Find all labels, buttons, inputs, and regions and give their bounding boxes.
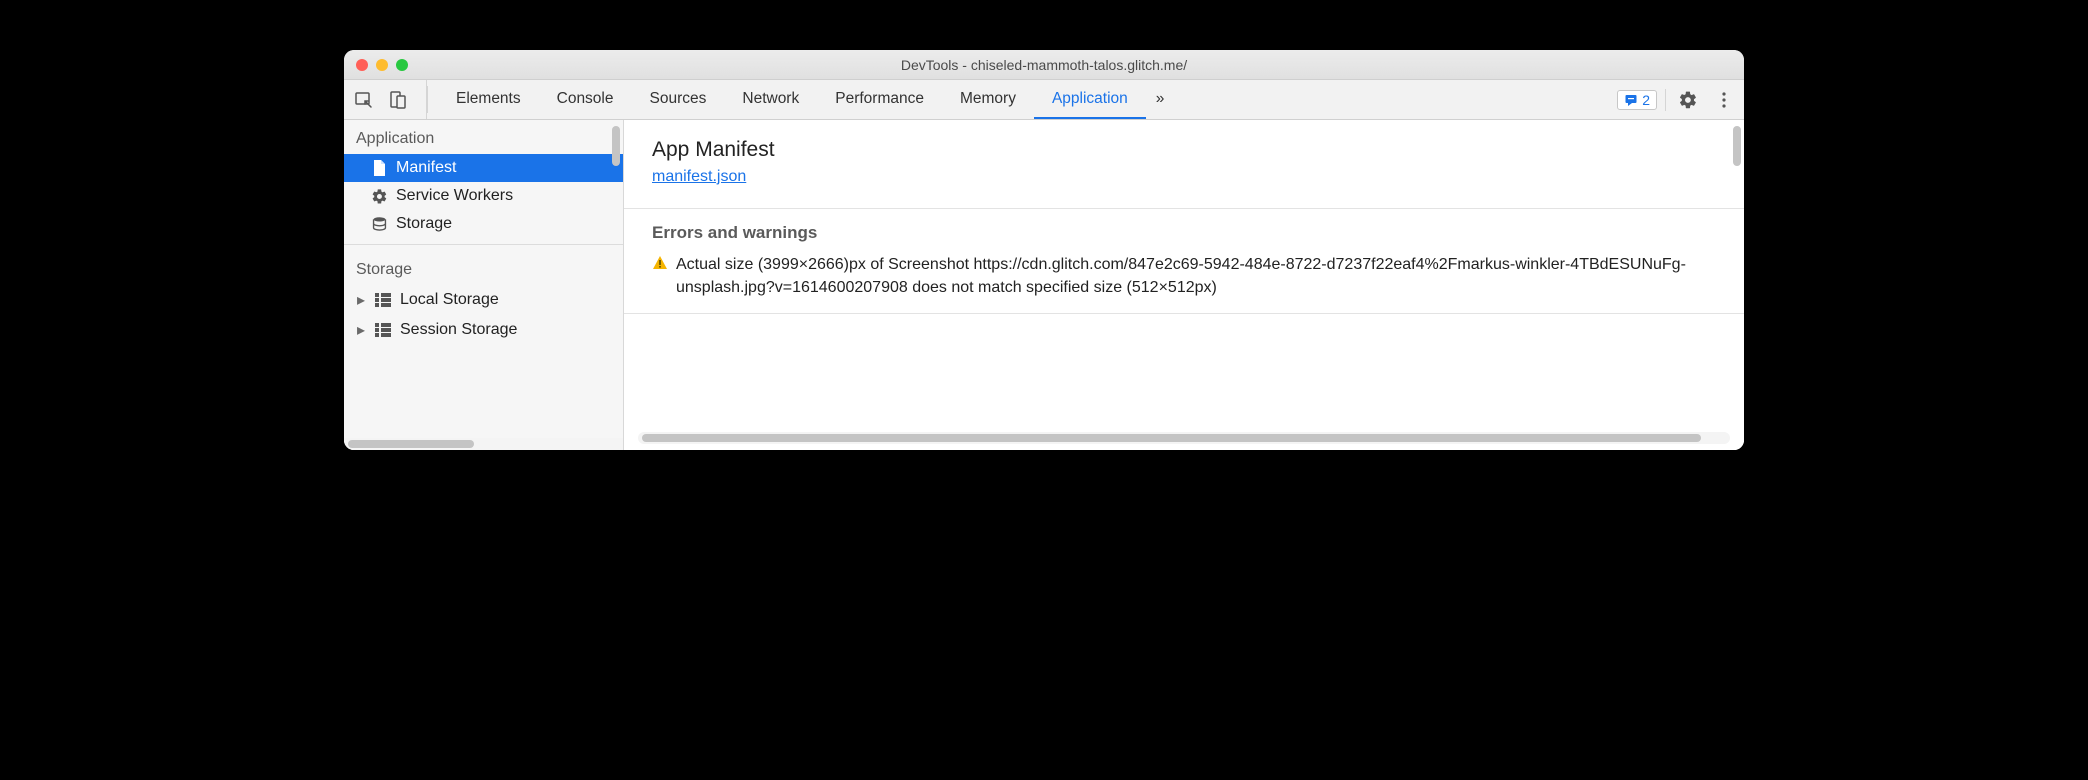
window-close-button[interactable]: [356, 59, 368, 71]
tab-label: Memory: [960, 90, 1016, 108]
window-titlebar: DevTools - chiseled-mammoth-talos.glitch…: [344, 50, 1744, 80]
sidebar-divider: [344, 244, 623, 245]
tab-application[interactable]: Application: [1034, 80, 1146, 119]
inspect-element-icon[interactable]: [350, 86, 378, 114]
sidebar-item-label: Session Storage: [400, 321, 517, 339]
warning-text: Actual size (3999×2666)px of Screenshot …: [676, 253, 1716, 299]
issues-icon: [1624, 93, 1638, 107]
tab-label: Sources: [650, 90, 707, 108]
manifest-panel: App Manifest manifest.json Errors and wa…: [624, 120, 1744, 450]
grid-icon: [374, 291, 392, 309]
divider: [1665, 89, 1666, 111]
expand-triangle-icon[interactable]: ▸: [356, 320, 366, 340]
sidebar-item-label: Manifest: [396, 159, 456, 177]
tab-label: Console: [557, 90, 614, 108]
main-h-scrollbar[interactable]: [638, 432, 1730, 444]
window-zoom-button[interactable]: [396, 59, 408, 71]
tab-label: Application: [1052, 90, 1128, 108]
sidebar-h-scrollbar[interactable]: [344, 438, 623, 450]
tab-label: Performance: [835, 90, 924, 108]
devtools-tabbar: Elements Console Sources Network Perform…: [344, 80, 1744, 120]
tab-elements[interactable]: Elements: [438, 80, 539, 119]
scrollbar-thumb[interactable]: [642, 434, 1701, 442]
sidebar-item-session-storage[interactable]: ▸ Session Storage: [344, 315, 623, 345]
tabbar-right-controls: 2: [1609, 80, 1738, 119]
tab-sources[interactable]: Sources: [632, 80, 725, 119]
panel-body: Application Manifest Service Workers: [344, 120, 1744, 450]
database-icon: [370, 215, 388, 233]
window-minimize-button[interactable]: [376, 59, 388, 71]
tabbar-left-controls: [350, 80, 427, 119]
sidebar-item-label: Storage: [396, 215, 452, 233]
toggle-device-toolbar-icon[interactable]: [384, 86, 412, 114]
sidebar-item-local-storage[interactable]: ▸ Local Storage: [344, 285, 623, 315]
gear-icon: [370, 187, 388, 205]
settings-icon[interactable]: [1674, 86, 1702, 114]
tabs-overflow-button[interactable]: »: [1146, 80, 1175, 119]
traffic-lights: [344, 59, 408, 71]
sidebar-section-application: Application: [344, 120, 623, 154]
sidebar-item-label: Service Workers: [396, 187, 513, 205]
issues-counter[interactable]: 2: [1617, 90, 1657, 110]
scrollbar-thumb[interactable]: [1733, 126, 1741, 166]
overflow-glyph: »: [1156, 90, 1165, 108]
tab-label: Elements: [456, 90, 521, 108]
sidebar-item-manifest[interactable]: Manifest: [344, 154, 623, 182]
application-sidebar: Application Manifest Service Workers: [344, 120, 624, 450]
tab-network[interactable]: Network: [724, 80, 817, 119]
warning-row: Actual size (3999×2666)px of Screenshot …: [652, 253, 1716, 299]
tabs: Elements Console Sources Network Perform…: [428, 80, 1609, 119]
sidebar-item-service-workers[interactable]: Service Workers: [344, 182, 623, 210]
window-title: DevTools - chiseled-mammoth-talos.glitch…: [344, 57, 1744, 73]
expand-triangle-icon[interactable]: ▸: [356, 290, 366, 310]
tab-label: Network: [742, 90, 799, 108]
scrollbar-thumb[interactable]: [348, 440, 474, 448]
scrollbar-thumb[interactable]: [612, 126, 620, 166]
tab-memory[interactable]: Memory: [942, 80, 1034, 119]
warning-icon: [652, 255, 668, 299]
sidebar-item-storage[interactable]: Storage: [344, 210, 623, 238]
sidebar-section-storage: Storage: [344, 251, 623, 285]
tab-performance[interactable]: Performance: [817, 80, 942, 119]
devtools-window: DevTools - chiseled-mammoth-talos.glitch…: [344, 50, 1744, 450]
errors-heading: Errors and warnings: [652, 223, 1716, 243]
manifest-link[interactable]: manifest.json: [652, 168, 746, 185]
errors-warnings-section: Errors and warnings Actual size (3999×26…: [624, 208, 1744, 314]
more-menu-icon[interactable]: [1710, 86, 1738, 114]
page-title: App Manifest: [652, 138, 1716, 162]
issues-count-value: 2: [1642, 92, 1650, 108]
tab-console[interactable]: Console: [539, 80, 632, 119]
sidebar-item-label: Local Storage: [400, 291, 499, 309]
grid-icon: [374, 321, 392, 339]
file-icon: [370, 159, 388, 177]
